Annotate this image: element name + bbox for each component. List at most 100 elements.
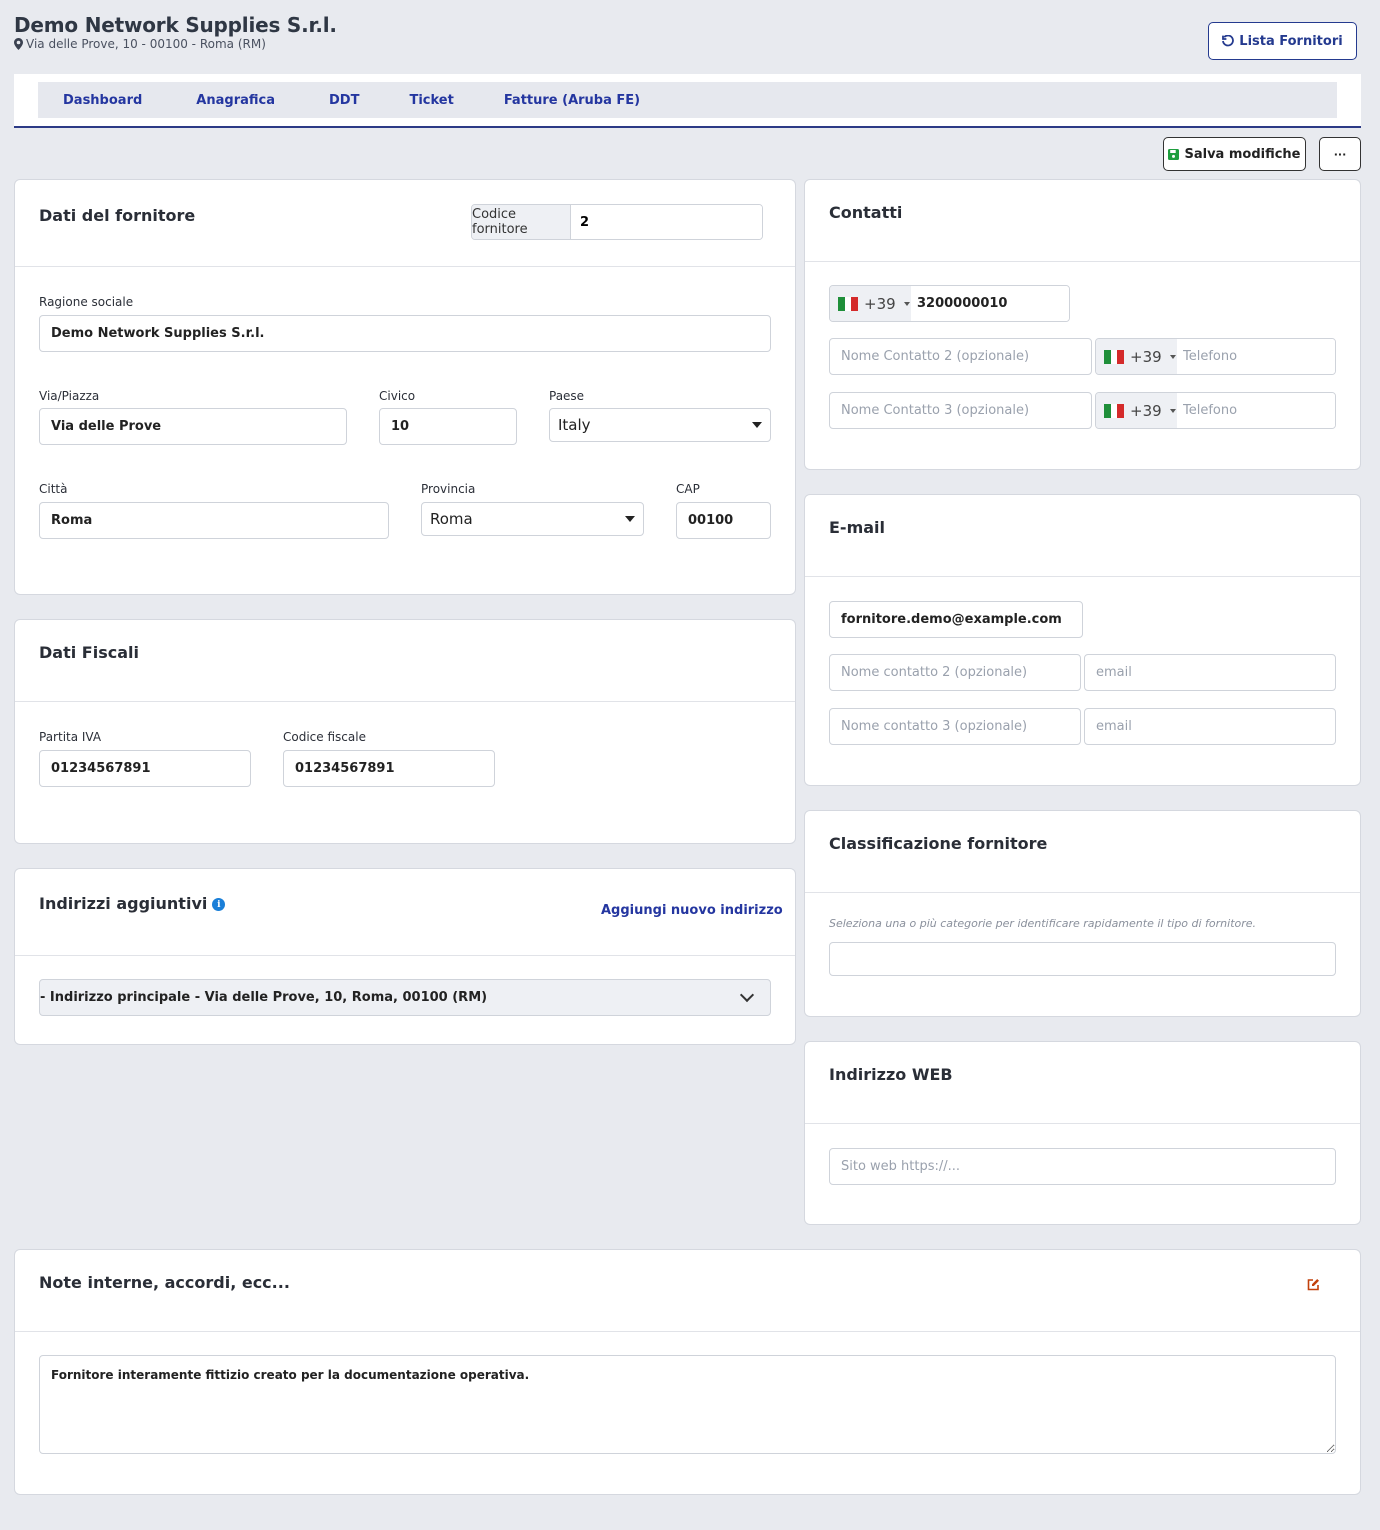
classification-tags-input[interactable] [829, 942, 1336, 976]
ragione-sociale-label: Ragione sociale [39, 295, 134, 309]
email-contact-3-name-input[interactable] [829, 708, 1081, 745]
classification-hint: Seleziona una o più categorie per identi… [829, 917, 1257, 930]
tab-ddt[interactable]: DDT [329, 93, 359, 108]
contact-3-name-input[interactable] [829, 392, 1092, 429]
email-title: E-mail [829, 518, 886, 537]
fiscal-data-header: Dati Fiscali [15, 620, 795, 702]
tab-dashboard[interactable]: Dashboard [63, 93, 142, 108]
email-contact-2-name-input[interactable] [829, 654, 1081, 691]
floppy-disk-icon [1168, 148, 1180, 160]
website-title: Indirizzo WEB [829, 1065, 953, 1084]
via-input[interactable] [39, 408, 347, 445]
tab-fatture[interactable]: Fatture (Aruba FE) [504, 93, 640, 108]
website-header: Indirizzo WEB [805, 1042, 1360, 1124]
supplier-code-group: Codice fornitore [471, 204, 763, 240]
fiscal-data-card: Dati Fiscali Partita IVA Codice fiscale [14, 619, 796, 844]
provincia-select[interactable]: Roma [421, 502, 644, 536]
partita-iva-input[interactable] [39, 750, 251, 787]
civico-input[interactable] [379, 408, 517, 445]
supplier-address-subtitle: Via delle Prove, 10 - 00100 - Roma (RM) [14, 37, 266, 51]
phone-1-prefix: +39 [864, 294, 896, 313]
additional-addresses-card: Indirizzi aggiuntivi i Aggiungi nuovo ind… [14, 868, 796, 1045]
main-address-accordion[interactable]: - Indirizzo principale - Via delle Prove… [39, 979, 771, 1016]
phone-2-prefix-select[interactable]: +39 [1096, 339, 1177, 374]
save-label: Salva modifiche [1184, 146, 1301, 162]
add-address-link[interactable]: Aggiungi nuovo indirizzo [601, 903, 783, 918]
supplier-list-button[interactable]: Lista Fornitori [1208, 22, 1357, 60]
additional-addresses-title: Indirizzi aggiuntivi i [39, 894, 226, 913]
phone-3-prefix-select[interactable]: +39 [1096, 393, 1177, 428]
phone-1-prefix-select[interactable]: +39 [830, 286, 911, 321]
phone-2-prefix: +39 [1130, 347, 1162, 366]
ragione-sociale-input[interactable] [39, 315, 771, 352]
tab-anagrafica[interactable]: Anagrafica [196, 93, 275, 108]
citta-label: Città [39, 482, 68, 496]
main-address-text: - Indirizzo principale - Via delle Prove… [40, 990, 488, 1005]
paese-label: Paese [549, 389, 585, 403]
caret-down-icon [903, 301, 910, 306]
tab-bar: Dashboard Anagrafica DDT Ticket Fatture … [38, 82, 1337, 118]
more-options-button[interactable]: ··· [1319, 137, 1361, 171]
paese-value: Italy [558, 416, 591, 434]
cap-label: CAP [676, 482, 700, 496]
save-button[interactable]: Salva modifiche [1163, 137, 1306, 171]
address-text: Via delle Prove, 10 - 00100 - Roma (RM) [26, 37, 266, 51]
codice-fiscale-input[interactable] [283, 750, 495, 787]
cap-input[interactable] [676, 502, 771, 539]
contacts-card: Contatti +39 +39 +39 [804, 179, 1361, 470]
email-card: E-mail [804, 494, 1361, 786]
notes-card: Note interne, accordi, ecc... Fornitore … [14, 1249, 1361, 1495]
map-marker-icon [14, 38, 23, 50]
codice-fiscale-label: Codice fiscale [283, 730, 366, 744]
italy-flag-icon [1104, 349, 1125, 364]
caret-down-icon [752, 422, 762, 428]
email-header: E-mail [805, 495, 1360, 577]
phone-1-group: +39 [829, 285, 1070, 322]
citta-input[interactable] [39, 502, 389, 539]
supplier-code-input[interactable] [571, 205, 762, 239]
paese-select[interactable]: Italy [549, 408, 771, 442]
phone-3-prefix: +39 [1130, 401, 1162, 420]
classification-card: Classificazione fornitore Seleziona una … [804, 810, 1361, 1017]
additional-addresses-header: Indirizzi aggiuntivi i Aggiungi nuovo ind… [15, 869, 795, 956]
provincia-value: Roma [430, 510, 473, 528]
contacts-header: Contatti [805, 180, 1360, 262]
partita-iva-label: Partita IVA [39, 730, 102, 744]
supplier-data-title: Dati del fornitore [39, 206, 196, 225]
supplier-data-header: Dati del fornitore Codice fornitore [15, 180, 795, 267]
tab-navigation: Dashboard Anagrafica DDT Ticket Fatture … [14, 74, 1361, 128]
notes-header: Note interne, accordi, ecc... [15, 1250, 1360, 1332]
provincia-label: Provincia [421, 482, 476, 496]
website-card: Indirizzo WEB [804, 1041, 1361, 1225]
contact-2-name-input[interactable] [829, 338, 1092, 375]
edit-icon[interactable] [1307, 1278, 1320, 1291]
contacts-title: Contatti [829, 203, 903, 222]
fiscal-data-title: Dati Fiscali [39, 643, 139, 662]
supplier-data-card: Dati del fornitore Codice fornitore Ragi… [14, 179, 796, 595]
italy-flag-icon [838, 296, 859, 311]
email-1-input[interactable] [829, 601, 1083, 638]
chevron-down-icon [739, 987, 755, 1003]
phone-3-group: +39 [1095, 392, 1336, 429]
supplier-code-label: Codice fornitore [472, 205, 571, 239]
civico-label: Civico [379, 389, 416, 403]
italy-flag-icon [1104, 403, 1125, 418]
caret-down-icon [625, 516, 635, 522]
notes-title: Note interne, accordi, ecc... [39, 1273, 290, 1292]
phone-2-input[interactable] [1177, 339, 1335, 374]
website-input[interactable] [829, 1148, 1336, 1185]
email-3-input[interactable] [1084, 708, 1336, 745]
undo-icon [1222, 35, 1235, 47]
phone-3-input[interactable] [1177, 393, 1335, 428]
info-icon[interactable]: i [212, 898, 226, 911]
caret-down-icon [1169, 354, 1176, 359]
notes-textarea[interactable]: Fornitore interamente fittizio creato pe… [39, 1355, 1336, 1454]
caret-down-icon [1169, 408, 1176, 413]
additional-addresses-title-text: Indirizzi aggiuntivi [39, 894, 208, 913]
phone-1-input[interactable] [911, 286, 1069, 321]
tab-ticket[interactable]: Ticket [409, 93, 453, 108]
phone-2-group: +39 [1095, 338, 1336, 375]
classification-header: Classificazione fornitore [805, 811, 1360, 893]
supplier-list-label: Lista Fornitori [1239, 33, 1343, 49]
email-2-input[interactable] [1084, 654, 1336, 691]
